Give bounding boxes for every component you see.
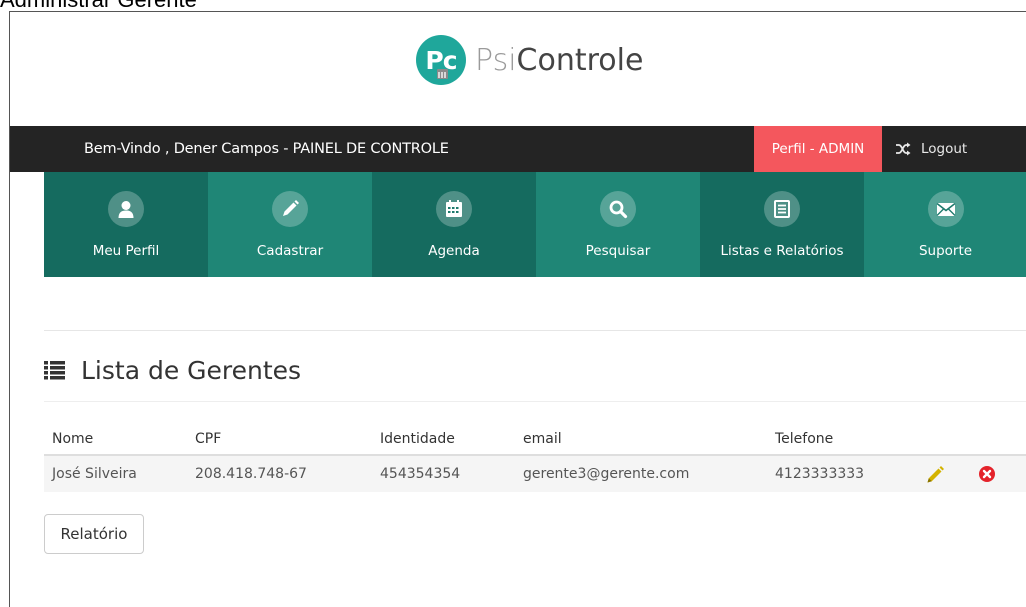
divider <box>44 401 1026 402</box>
welcome-text: Bem-Vindo , Dener Campos - PAINEL DE CON… <box>84 141 449 157</box>
nav-item-meu-perfil[interactable]: Meu Perfil <box>44 172 208 277</box>
logo-badge: Pc <box>416 35 466 85</box>
user-icon <box>108 191 144 227</box>
logout-link[interactable]: Logout <box>895 126 967 172</box>
cell-cpf: 208.418.748-67 <box>195 466 307 482</box>
nav-item-suporte[interactable]: Suporte <box>864 172 1026 277</box>
divider <box>44 330 1026 331</box>
logo-text-controle: Controle <box>516 42 644 78</box>
nav-label: Meu Perfil <box>92 243 160 259</box>
pencil-edit-icon[interactable] <box>926 466 944 484</box>
delete-icon[interactable] <box>979 466 995 482</box>
nav-label: Listas e Relatórios <box>720 243 844 259</box>
nav-label: Pesquisar <box>585 243 651 259</box>
list-icon <box>44 360 65 379</box>
header-logo-area: Pc PsiControle <box>10 12 1026 126</box>
calendar-icon <box>436 191 472 227</box>
app-frame: Pc PsiControle Bem-Vindo , Dener Campos … <box>9 11 1026 607</box>
logo-text-psi: Psi <box>475 42 517 78</box>
main-nav: Meu Perfil Cadastrar Agenda Pesquisar Li… <box>44 172 1026 277</box>
page-caption: Administrar Gerente <box>0 0 197 11</box>
logo-text: PsiControle <box>475 43 643 78</box>
column-header-identidade: Identidade <box>380 431 455 447</box>
column-header-email: email <box>523 431 562 447</box>
nav-label: Cadastrar <box>256 243 324 259</box>
table-row: José Silveira 208.418.748-67 454354354 g… <box>44 456 1026 492</box>
cell-nome: José Silveira <box>52 466 137 482</box>
section-title: Lista de Gerentes <box>81 355 302 385</box>
column-header-nome: Nome <box>52 431 94 447</box>
top-bar: Bem-Vindo , Dener Campos - PAINEL DE CON… <box>10 126 1026 172</box>
nav-item-listas-e-relatorios[interactable]: Listas e Relatórios <box>700 172 864 277</box>
section-header: Lista de Gerentes <box>44 350 301 390</box>
column-header-cpf: CPF <box>195 431 222 447</box>
cell-identidade: 454354354 <box>380 466 461 482</box>
logout-label: Logout <box>921 141 968 157</box>
nav-label: Agenda <box>428 243 480 259</box>
nav-label: Suporte <box>918 243 973 259</box>
pencil-icon <box>272 191 308 227</box>
nav-item-cadastrar[interactable]: Cadastrar <box>208 172 372 277</box>
cell-telefone: 4123333333 <box>775 466 865 482</box>
calendar-icon <box>437 69 448 79</box>
column-header-telefone: Telefone <box>775 431 834 447</box>
profile-button[interactable]: Perfil - ADMIN <box>754 126 882 172</box>
list-icon <box>764 191 800 227</box>
shuffle-icon <box>896 142 911 156</box>
envelope-icon <box>927 191 964 227</box>
search-icon <box>600 191 636 227</box>
table-header: Nome CPF Identidade email Telefone <box>44 422 1026 456</box>
nav-item-agenda[interactable]: Agenda <box>372 172 536 277</box>
report-button[interactable]: Relatório <box>44 514 144 554</box>
logo[interactable]: Pc PsiControle <box>416 35 643 85</box>
managers-table: Nome CPF Identidade email Telefone José … <box>44 422 1026 492</box>
cell-email: gerente3@gerente.com <box>523 466 690 482</box>
nav-item-pesquisar[interactable]: Pesquisar <box>536 172 700 277</box>
